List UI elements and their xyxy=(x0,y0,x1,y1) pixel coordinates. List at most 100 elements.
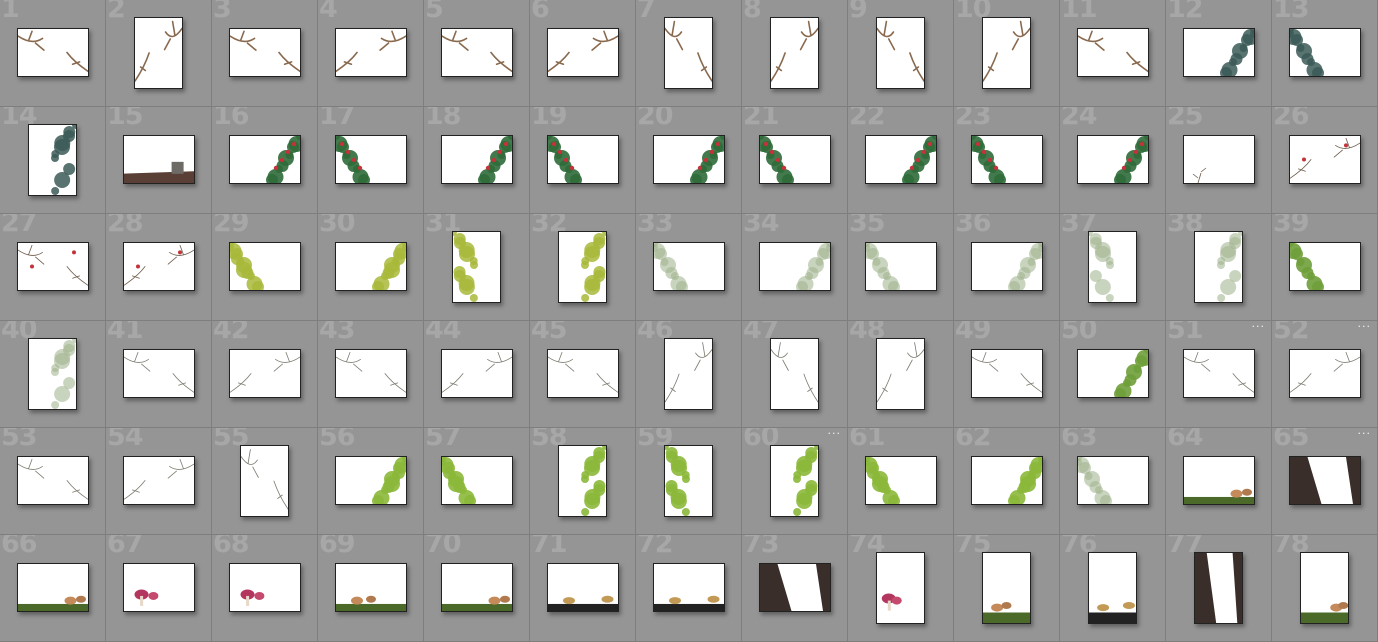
thumbnail-image[interactable] xyxy=(17,28,89,77)
thumbnail-cell[interactable]: 4 xyxy=(318,0,424,107)
thumbnail-cell[interactable]: 18 xyxy=(424,107,530,214)
thumbnail-image[interactable] xyxy=(558,231,607,303)
thumbnail-image[interactable] xyxy=(653,242,725,291)
thumbnail-image[interactable] xyxy=(123,456,195,505)
more-options-icon[interactable]: ··· xyxy=(1358,321,1372,332)
thumbnail-image[interactable] xyxy=(1194,231,1243,303)
thumbnail-cell[interactable]: 44 xyxy=(424,321,530,428)
thumbnail-image[interactable] xyxy=(1289,28,1361,77)
thumbnail-image[interactable] xyxy=(558,445,607,517)
thumbnail-image[interactable] xyxy=(335,135,407,184)
thumbnail-cell[interactable]: 28 xyxy=(106,214,212,321)
thumbnail-cell[interactable]: 70 xyxy=(424,535,530,642)
thumbnail-cell[interactable]: 31 xyxy=(424,214,530,321)
more-options-icon[interactable]: ··· xyxy=(1358,428,1372,439)
thumbnail-image[interactable] xyxy=(547,135,619,184)
thumbnail-cell[interactable]: 3 xyxy=(212,0,318,107)
thumbnail-image[interactable] xyxy=(229,242,301,291)
thumbnail-cell[interactable]: 42 xyxy=(212,321,318,428)
thumbnail-image[interactable] xyxy=(1088,552,1137,624)
thumbnail-cell[interactable]: 33 xyxy=(636,214,742,321)
thumbnail-image[interactable] xyxy=(335,349,407,398)
thumbnail-cell[interactable]: 63 xyxy=(1060,428,1166,535)
thumbnail-image[interactable] xyxy=(335,242,407,291)
thumbnail-cell[interactable]: 48 xyxy=(848,321,954,428)
thumbnail-image[interactable] xyxy=(335,456,407,505)
thumbnail-image[interactable] xyxy=(971,456,1043,505)
thumbnail-cell[interactable]: 52 ··· xyxy=(1272,321,1378,428)
thumbnail-cell[interactable]: 21 xyxy=(742,107,848,214)
thumbnail-image[interactable] xyxy=(335,563,407,612)
thumbnail-image[interactable] xyxy=(971,242,1043,291)
thumbnail-cell[interactable]: 59 xyxy=(636,428,742,535)
thumbnail-image[interactable] xyxy=(17,456,89,505)
thumbnail-image[interactable] xyxy=(17,563,89,612)
thumbnail-image[interactable] xyxy=(982,17,1031,89)
thumbnail-cell[interactable]: 15 xyxy=(106,107,212,214)
thumbnail-cell[interactable]: 76 xyxy=(1060,535,1166,642)
thumbnail-cell[interactable]: 38 xyxy=(1166,214,1272,321)
thumbnail-cell[interactable]: 69 xyxy=(318,535,424,642)
thumbnail-image[interactable] xyxy=(759,242,831,291)
thumbnail-image[interactable] xyxy=(28,124,77,196)
thumbnail-cell[interactable]: 1 xyxy=(0,0,106,107)
thumbnail-cell[interactable]: 9 xyxy=(848,0,954,107)
thumbnail-image[interactable] xyxy=(547,563,619,612)
thumbnail-image[interactable] xyxy=(664,445,713,517)
thumbnail-cell[interactable]: 5 xyxy=(424,0,530,107)
thumbnail-cell[interactable]: 53 xyxy=(0,428,106,535)
thumbnail-cell[interactable]: 35 xyxy=(848,214,954,321)
thumbnail-image[interactable] xyxy=(1077,28,1149,77)
thumbnail-cell[interactable]: 73 xyxy=(742,535,848,642)
thumbnail-image[interactable] xyxy=(865,242,937,291)
thumbnail-image[interactable] xyxy=(547,349,619,398)
thumbnail-cell[interactable]: 14 xyxy=(0,107,106,214)
thumbnail-cell[interactable]: 8 xyxy=(742,0,848,107)
thumbnail-cell[interactable]: 62 xyxy=(954,428,1060,535)
thumbnail-image[interactable] xyxy=(876,17,925,89)
thumbnail-cell[interactable]: 65 ··· xyxy=(1272,428,1378,535)
thumbnail-image[interactable] xyxy=(335,28,407,77)
thumbnail-image[interactable] xyxy=(134,17,183,89)
thumbnail-cell[interactable]: 23 xyxy=(954,107,1060,214)
thumbnail-image[interactable] xyxy=(240,445,289,517)
thumbnail-cell[interactable]: 20 xyxy=(636,107,742,214)
thumbnail-image[interactable] xyxy=(865,456,937,505)
thumbnail-image[interactable] xyxy=(1289,456,1361,505)
thumbnail-cell[interactable]: 45 xyxy=(530,321,636,428)
thumbnail-cell[interactable]: 57 xyxy=(424,428,530,535)
thumbnail-cell[interactable]: 68 xyxy=(212,535,318,642)
thumbnail-image[interactable] xyxy=(452,231,501,303)
thumbnail-cell[interactable]: 19 xyxy=(530,107,636,214)
thumbnail-image[interactable] xyxy=(971,135,1043,184)
more-options-icon[interactable]: ··· xyxy=(828,428,842,439)
thumbnail-cell[interactable]: 16 xyxy=(212,107,318,214)
thumbnail-image[interactable] xyxy=(1088,231,1137,303)
thumbnail-cell[interactable]: 51 ··· xyxy=(1166,321,1272,428)
thumbnail-image[interactable] xyxy=(1289,349,1361,398)
more-options-icon[interactable]: ··· xyxy=(1252,321,1266,332)
thumbnail-cell[interactable]: 71 xyxy=(530,535,636,642)
thumbnail-image[interactable] xyxy=(770,17,819,89)
thumbnail-cell[interactable]: 41 xyxy=(106,321,212,428)
thumbnail-cell[interactable]: 11 xyxy=(1060,0,1166,107)
thumbnail-cell[interactable]: 75 xyxy=(954,535,1060,642)
thumbnail-cell[interactable]: 49 xyxy=(954,321,1060,428)
thumbnail-image[interactable] xyxy=(1077,349,1149,398)
thumbnail-image[interactable] xyxy=(1289,242,1361,291)
thumbnail-cell[interactable]: 46 xyxy=(636,321,742,428)
thumbnail-cell[interactable]: 30 xyxy=(318,214,424,321)
thumbnail-cell[interactable]: 26 xyxy=(1272,107,1378,214)
thumbnail-image[interactable] xyxy=(123,349,195,398)
thumbnail-image[interactable] xyxy=(1183,28,1255,77)
thumbnail-image[interactable] xyxy=(1194,552,1243,624)
thumbnail-image[interactable] xyxy=(28,338,77,410)
thumbnail-cell[interactable]: 47 xyxy=(742,321,848,428)
thumbnail-cell[interactable]: 61 xyxy=(848,428,954,535)
thumbnail-image[interactable] xyxy=(1300,552,1349,624)
thumbnail-image[interactable] xyxy=(653,135,725,184)
thumbnail-image[interactable] xyxy=(123,563,195,612)
thumbnail-cell[interactable]: 43 xyxy=(318,321,424,428)
thumbnail-cell[interactable]: 25 xyxy=(1166,107,1272,214)
thumbnail-cell[interactable]: 60 ··· xyxy=(742,428,848,535)
